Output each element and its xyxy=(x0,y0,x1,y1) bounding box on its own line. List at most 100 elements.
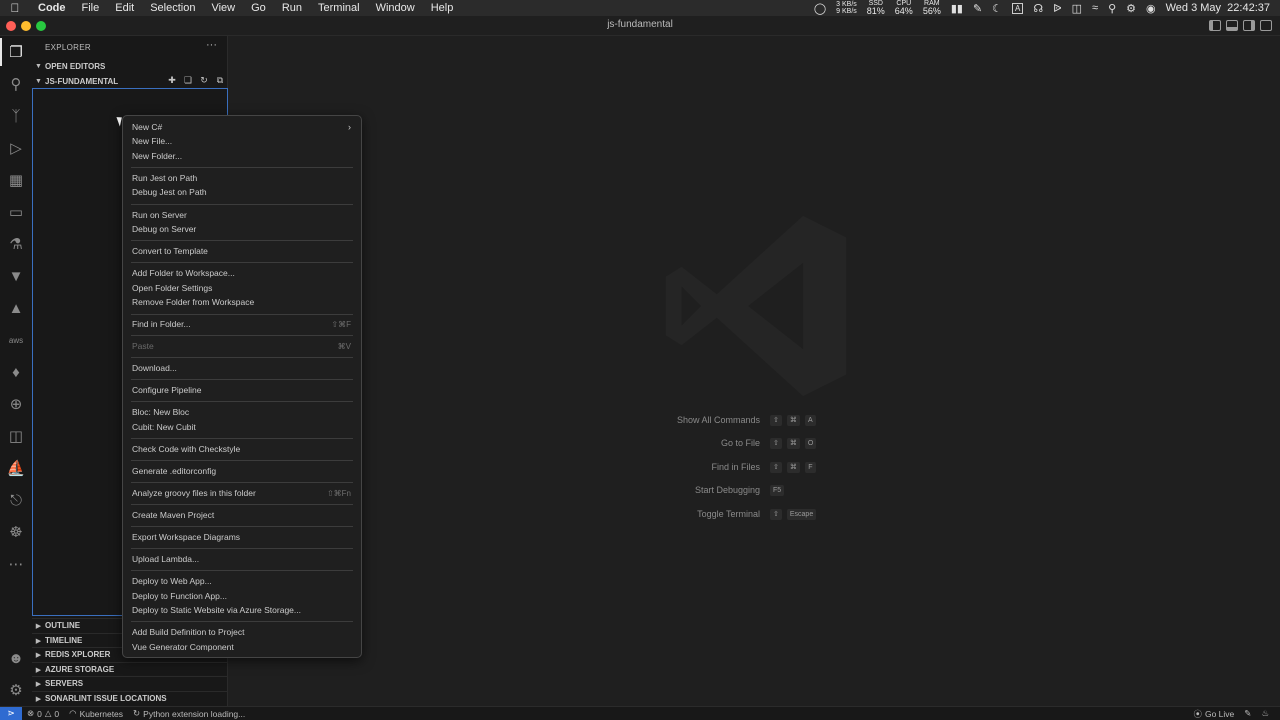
menu-run[interactable]: Run xyxy=(274,2,310,14)
new-file-icon[interactable]: ✚ xyxy=(166,75,178,86)
menu-terminal[interactable]: Terminal xyxy=(310,2,368,14)
explorer-more-actions-icon[interactable]: ··· xyxy=(206,39,217,51)
wifi-icon[interactable]: ≈ xyxy=(1092,2,1098,14)
menu-item-cubit-new-cubit[interactable]: Cubit: New Cubit xyxy=(123,420,361,434)
menu-item-analyze-groovy[interactable]: Analyze groovy files in this folder ⇧⌘Fn xyxy=(123,486,361,500)
menu-item-deploy-function-app[interactable]: Deploy to Function App... xyxy=(123,589,361,603)
menu-item-add-build-definition[interactable]: Add Build Definition to Project xyxy=(123,625,361,639)
collapse-all-icon[interactable]: ⧉ xyxy=(214,75,226,86)
remote-indicator-icon[interactable]: ⋗ xyxy=(0,706,22,720)
menu-item-new-file[interactable]: New File... xyxy=(123,134,361,148)
menu-item-configure-pipeline[interactable]: Configure Pipeline xyxy=(123,383,361,397)
database-icon[interactable]: ◫ xyxy=(4,424,28,448)
menu-item-export-workspace-diagrams[interactable]: Export Workspace Diagrams xyxy=(123,530,361,544)
azure-icon[interactable]: ▲ xyxy=(4,296,28,320)
menu-item-checkstyle[interactable]: Check Code with Checkstyle xyxy=(123,442,361,456)
sonarlint-section[interactable]: ▶ SONARLINT ISSUE LOCATIONS xyxy=(32,691,228,705)
git-graph-icon[interactable]: ⎋ xyxy=(4,488,28,512)
extensions-icon[interactable]: ▦ xyxy=(4,168,28,192)
brush-icon[interactable]: ✎ xyxy=(973,2,982,15)
menu-item-vue-generator-component[interactable]: Vue Generator Component xyxy=(123,640,361,654)
toggle-primary-sidebar-icon[interactable] xyxy=(1209,20,1221,31)
toggle-secondary-sidebar-icon[interactable] xyxy=(1243,20,1255,31)
manage-gear-icon[interactable]: ⚙ xyxy=(4,678,28,702)
refresh-icon[interactable]: ↻ xyxy=(198,75,210,86)
testing-icon[interactable]: ⚗ xyxy=(4,232,28,256)
azure-storage-section[interactable]: ▶ AZURE STORAGE xyxy=(32,662,228,676)
python-status[interactable]: ↻ Python extension loading... xyxy=(128,708,250,719)
menu-selection[interactable]: Selection xyxy=(142,2,203,14)
aws-icon[interactable]: aws xyxy=(4,328,28,352)
menu-item-new-csharp[interactable]: New C# › xyxy=(123,120,361,134)
search-icon[interactable]: ⚲ xyxy=(1108,2,1116,15)
menu-view[interactable]: View xyxy=(203,2,243,14)
menu-item-open-folder-settings[interactable]: Open Folder Settings xyxy=(123,281,361,295)
menu-item-debug-jest[interactable]: Debug Jest on Path xyxy=(123,185,361,199)
siri-icon[interactable]: ◉ xyxy=(1146,2,1156,15)
control-center-icon[interactable]: ⚙ xyxy=(1126,2,1136,15)
bluetooth-icon[interactable]: ᐉ xyxy=(1053,2,1061,15)
menu-item-deploy-static-website[interactable]: Deploy to Static Website via Azure Stora… xyxy=(123,603,361,617)
menu-item-bloc-new-bloc[interactable]: Bloc: New Bloc xyxy=(123,405,361,419)
menu-item-download[interactable]: Download... xyxy=(123,361,361,375)
docker-icon[interactable]: ⛵ xyxy=(4,456,28,480)
search-view-icon[interactable]: ⚲ xyxy=(4,72,28,96)
creative-cloud-icon[interactable]: ◯ xyxy=(814,2,826,15)
python-icon[interactable]: ♦ xyxy=(4,360,28,384)
battery-stat-icon[interactable]: ▮▮ xyxy=(951,2,963,15)
more-views-icon[interactable]: ⋯ xyxy=(4,552,28,576)
status-bar: ⋗ ⊗ 0 △ 0 ◠ Kubernetes ↻ Python extension lo… xyxy=(0,706,1280,720)
menu-item-upload-lambda[interactable]: Upload Lambda... xyxy=(123,552,361,566)
menu-file[interactable]: File xyxy=(74,2,108,14)
menubar-clock[interactable]: Wed 3 May 22:42:37 xyxy=(1166,2,1270,14)
menu-separator xyxy=(131,438,353,439)
broadcast-icon: ⦿ xyxy=(1193,708,1202,719)
menu-item-add-folder-to-workspace[interactable]: Add Folder to Workspace... xyxy=(123,266,361,280)
apple-icon[interactable]:  xyxy=(0,1,30,15)
ram-stat[interactable]: RAM 56% xyxy=(923,0,941,16)
accounts-icon[interactable]: ☻ xyxy=(4,646,28,670)
menu-app-name[interactable]: Code xyxy=(30,2,74,14)
battery-icon[interactable]: ◫ xyxy=(1072,2,1082,15)
editor-area[interactable]: Show All Commands ⇧ ⌘ A Go to File ⇧ ⌘ O… xyxy=(228,36,1280,706)
toggle-panel-icon[interactable] xyxy=(1226,20,1238,31)
menu-item-generate-editorconfig[interactable]: Generate .editorconfig xyxy=(123,464,361,478)
menu-go[interactable]: Go xyxy=(243,2,274,14)
menu-item-create-maven-project[interactable]: Create Maven Project xyxy=(123,508,361,522)
outline-label: OUTLINE xyxy=(45,621,81,630)
menu-item-convert-to-template[interactable]: Convert to Template xyxy=(123,244,361,258)
problems-indicator[interactable]: ⊗ 0 △ 0 xyxy=(22,708,64,719)
customize-layout-icon[interactable] xyxy=(1260,20,1272,31)
menu-item-run-on-server[interactable]: Run on Server xyxy=(123,208,361,222)
live-share-icon[interactable]: ⊕ xyxy=(4,392,28,416)
terraform-icon[interactable]: ▼ xyxy=(4,264,28,288)
kubernetes-icon[interactable]: ☸ xyxy=(4,520,28,544)
servers-label: SERVERS xyxy=(45,679,84,688)
input-source-icon[interactable]: A xyxy=(1012,2,1024,14)
new-folder-icon[interactable]: ❏ xyxy=(182,75,194,86)
feedback-icon[interactable]: ✎ xyxy=(1239,708,1256,719)
menu-item-new-folder[interactable]: New Folder... xyxy=(123,149,361,163)
menu-window[interactable]: Window xyxy=(368,2,423,14)
network-stat[interactable]: 3 KB/s 9 KB/s xyxy=(836,1,857,15)
cpu-stat[interactable]: CPU 64% xyxy=(895,0,913,16)
notifications-bell-icon[interactable]: ♨ xyxy=(1256,708,1274,719)
menu-edit[interactable]: Edit xyxy=(107,2,142,14)
menu-item-remove-folder[interactable]: Remove Folder from Workspace xyxy=(123,295,361,309)
menu-item-run-jest[interactable]: Run Jest on Path xyxy=(123,171,361,185)
open-editors-section[interactable]: ▼ OPEN EDITORS xyxy=(32,59,228,73)
menu-item-deploy-web-app[interactable]: Deploy to Web App... xyxy=(123,574,361,588)
menu-item-find-in-folder[interactable]: Find in Folder... ⇧⌘F xyxy=(123,317,361,331)
source-control-icon[interactable]: ᛉ xyxy=(4,104,28,128)
menu-help[interactable]: Help xyxy=(423,2,462,14)
menu-item-debug-on-server[interactable]: Debug on Server xyxy=(123,222,361,236)
kubernetes-status[interactable]: ◠ Kubernetes xyxy=(64,708,128,719)
moon-icon[interactable]: ☾ xyxy=(992,2,1002,15)
headphones-icon[interactable]: ☊ xyxy=(1033,2,1043,15)
ssd-stat[interactable]: SSD 81% xyxy=(867,0,885,16)
go-live-button[interactable]: ⦿ Go Live xyxy=(1188,708,1239,720)
run-debug-icon[interactable]: ▷ xyxy=(4,136,28,160)
servers-section[interactable]: ▶ SERVERS xyxy=(32,676,228,690)
remote-explorer-icon[interactable]: ▭ xyxy=(4,200,28,224)
explorer-icon[interactable]: ❐ xyxy=(4,40,28,64)
